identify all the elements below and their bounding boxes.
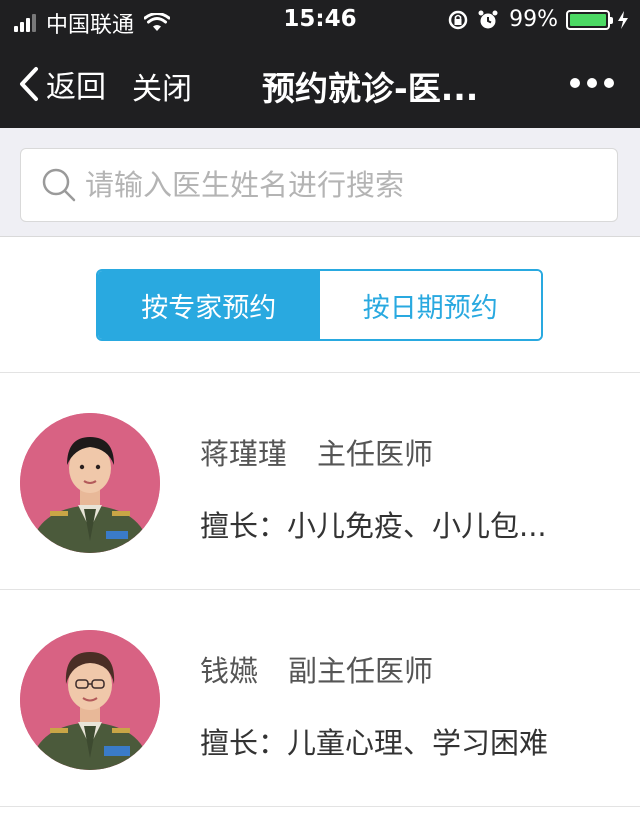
doctor-name: 蒋瑾瑾 (200, 437, 288, 471)
status-right: 99% (447, 7, 630, 32)
doctor-list-item[interactable]: 蒋瑾瑾 主任医师 擅长：小儿免疫、小儿包... (0, 373, 640, 590)
doctor-name-line: 蒋瑾瑾 主任医师 (200, 431, 433, 473)
close-button[interactable]: 关闭 (132, 64, 192, 108)
search-icon (42, 168, 76, 202)
more-dot-icon (587, 78, 597, 88)
status-bar: 中国联通 15:46 99% (0, 0, 640, 40)
doctor-title: 副主任医师 (288, 654, 434, 688)
doctor-list-item[interactable]: 钱嬿 副主任医师 擅长：儿童心理、学习困难 (0, 590, 640, 807)
avatar (20, 630, 160, 770)
more-dot-icon (604, 78, 614, 88)
search-section (0, 128, 640, 237)
doctor-name: 钱嬿 (200, 654, 259, 688)
search-box[interactable] (20, 148, 618, 222)
booking-mode-tabs: 按专家预约 按日期预约 (96, 269, 543, 341)
page-title: 预约就诊-医... (262, 69, 479, 108)
rotation-lock-icon (448, 10, 468, 29)
nav-bar: 返回 关闭 预约就诊-医... (0, 40, 640, 128)
tabs-section: 按专家预约 按日期预约 (0, 237, 640, 373)
charging-icon (618, 10, 628, 29)
avatar (20, 413, 160, 553)
tab-by-date[interactable]: 按日期预约 (319, 271, 541, 339)
top-bar: 中国联通 15:46 99% 返回 关闭 预约就诊-医... (0, 0, 640, 128)
more-button[interactable] (563, 78, 614, 88)
battery-fill (570, 13, 606, 26)
tab-by-expert[interactable]: 按专家预约 (98, 271, 320, 339)
doctor-specialty: 擅长：小儿免疫、小儿包... (200, 509, 547, 543)
battery-percent: 99% (509, 7, 558, 32)
chevron-left-icon (20, 67, 38, 101)
battery-icon (566, 9, 613, 30)
back-button[interactable]: 返回 (18, 62, 106, 106)
doctor-name-line: 钱嬿 副主任医师 (200, 648, 433, 690)
search-input[interactable] (83, 167, 587, 203)
alarm-icon (478, 10, 498, 28)
back-label: 返回 (46, 70, 106, 105)
doctor-specialty: 擅长：儿童心理、学习困难 (200, 726, 549, 760)
more-dot-icon (570, 78, 580, 88)
doctor-title: 主任医师 (317, 437, 434, 471)
